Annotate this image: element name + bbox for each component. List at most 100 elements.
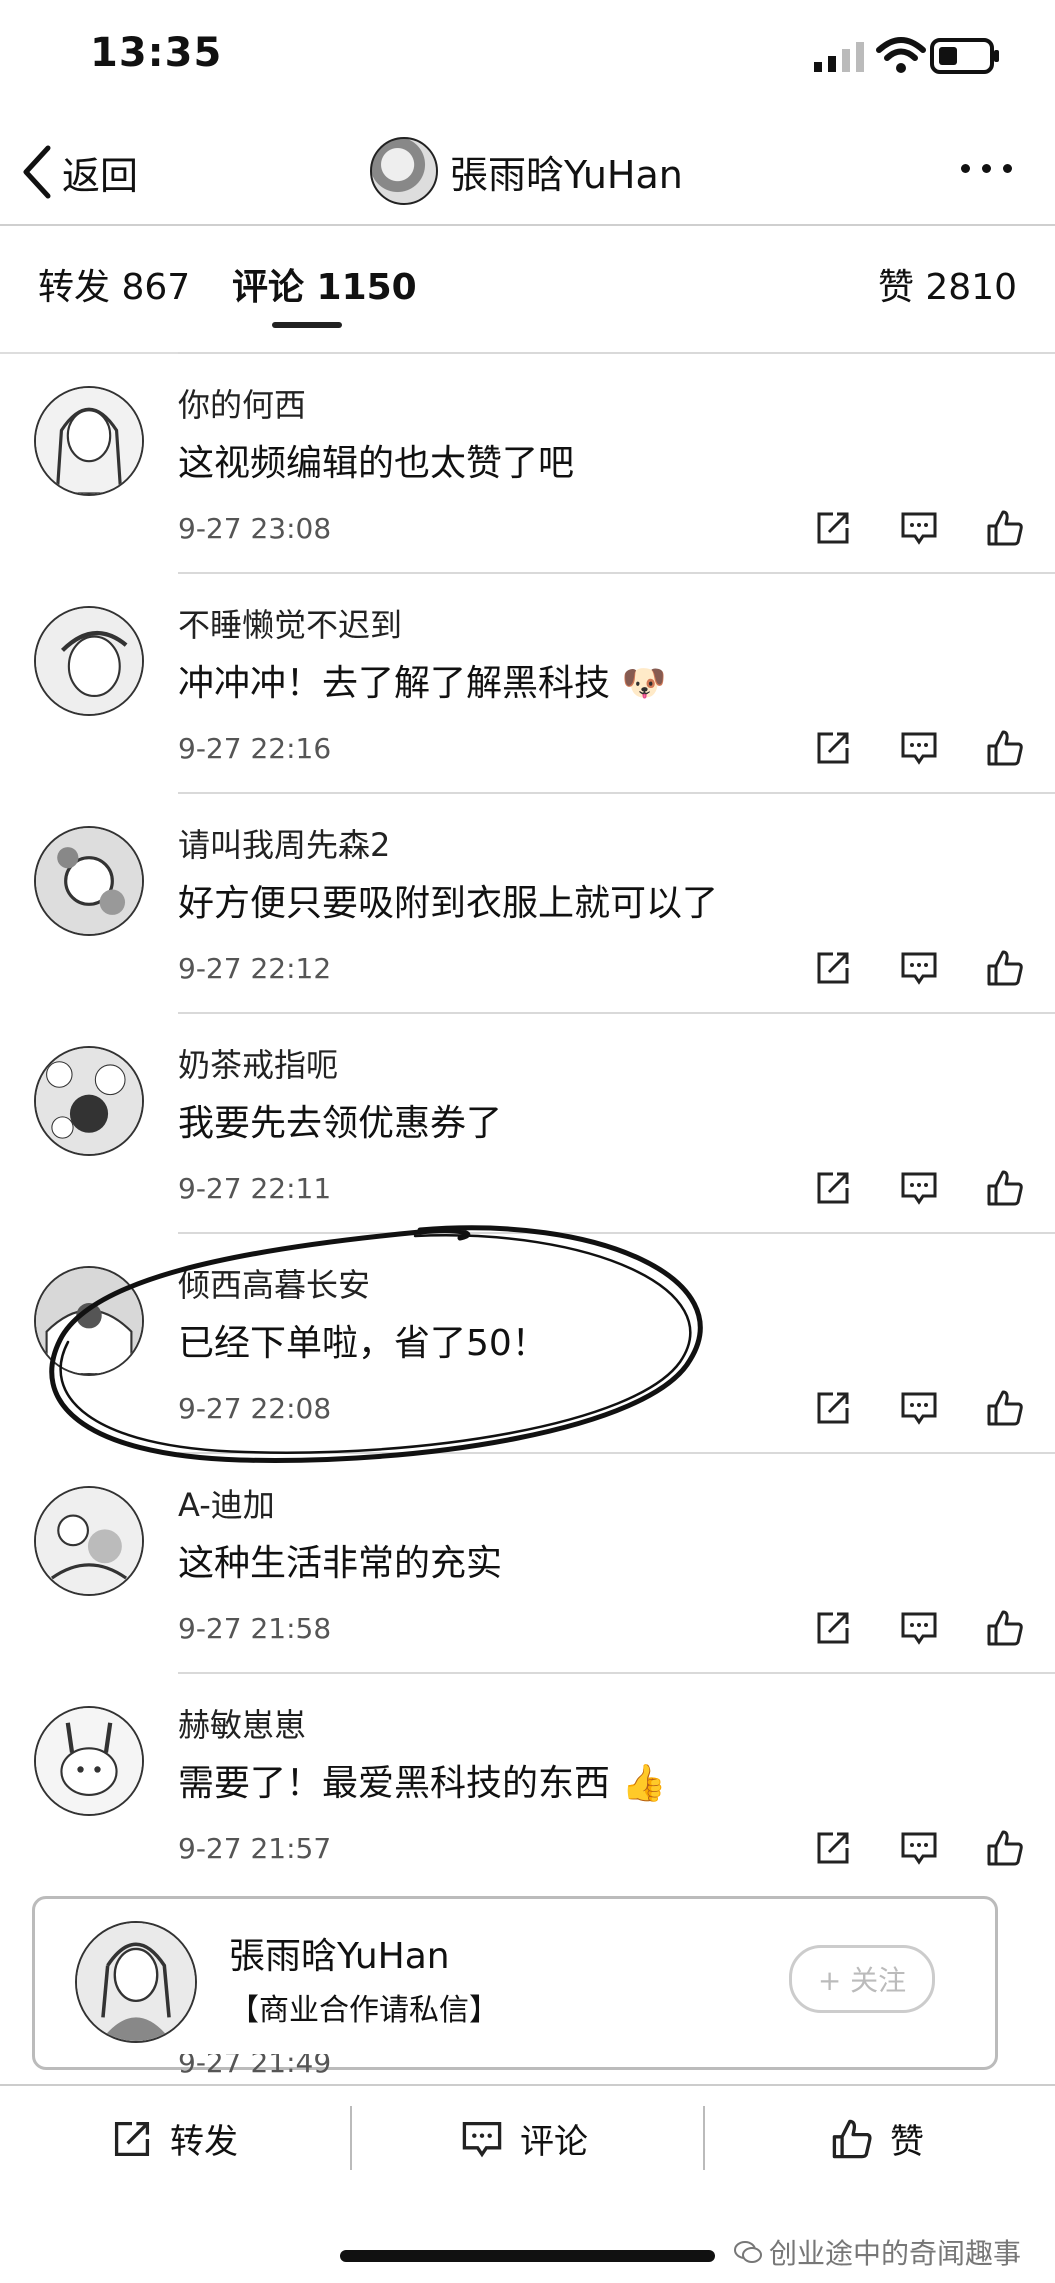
comment-username[interactable]: 倾西高暮长安	[178, 1260, 370, 1306]
comment-time: 9-27 21:49	[178, 2054, 332, 2079]
wifi-icon	[876, 37, 926, 73]
thumbs-up-emoji-icon: 👍	[621, 1763, 667, 1804]
list-item: 你的何西 这视频编辑的也太赞了吧 9-27 23:08	[0, 352, 1055, 572]
back-button[interactable]: 返回	[20, 142, 138, 202]
tabs-bar: 转发 867 评论 1150 赞 2810	[0, 224, 1055, 354]
comment-actions	[813, 1388, 1025, 1428]
like-button[interactable]: 赞	[830, 2114, 924, 2163]
comment-username[interactable]: 奶茶戒指呃	[178, 1040, 338, 1086]
divider	[703, 2106, 705, 2170]
follow-button[interactable]: + 关注	[789, 1945, 935, 2013]
repost-icon	[114, 2121, 150, 2156]
comment-username[interactable]: 请叫我周先森2	[178, 820, 390, 866]
repost-icon[interactable]	[813, 1388, 853, 1428]
author-card[interactable]: 張雨晗YuHan 【商业合作请私信】 + 关注	[32, 1896, 998, 2070]
back-label: 返回	[62, 153, 139, 198]
thumbs-up-icon[interactable]	[985, 1608, 1025, 1648]
comment-username[interactable]: 不睡懒觉不迟到	[178, 600, 402, 646]
comment-text: 我要先去领优惠券了	[178, 1103, 503, 1144]
nav-bar: 返回 張雨晗YuHan	[0, 120, 1055, 226]
wechat-icon	[733, 2241, 762, 2263]
list-item: 赫敏崽崽 需要了！最爱黑科技的东西 👍 9-27 21:57	[0, 1672, 1055, 1892]
comment-actions	[813, 1828, 1025, 1868]
divider	[178, 792, 1055, 794]
comment-text: 已经下单啦，省了50！	[178, 1323, 548, 1364]
thumbs-up-icon[interactable]	[985, 728, 1025, 768]
comment-time: 9-27 23:08	[178, 512, 332, 545]
avatar[interactable]	[34, 1706, 144, 1816]
tab-indicator	[272, 322, 342, 328]
comment-icon[interactable]	[899, 1828, 939, 1868]
watermark-text: 创业途中的奇闻趣事	[768, 2237, 1021, 2270]
repost-icon[interactable]	[813, 948, 853, 988]
home-indicator[interactable]	[340, 2250, 715, 2262]
thumbs-up-icon	[832, 2119, 872, 2158]
list-item: A-迪加 这种生活非常的充实 9-27 21:58	[0, 1452, 1055, 1672]
comment-text: 这种生活非常的充实	[178, 1543, 503, 1584]
comment-label: 评论	[520, 2122, 588, 2162]
divider	[178, 1232, 1055, 1234]
list-item: 请叫我周先森2 好方便只要吸附到衣服上就可以了 9-27 22:12	[0, 792, 1055, 1012]
list-item: 奶茶戒指呃 我要先去领优惠券了 9-27 22:11	[0, 1012, 1055, 1232]
comment-icon[interactable]	[899, 508, 939, 548]
chevron-left-icon	[23, 145, 51, 199]
status-bar: 13:35	[0, 0, 1055, 120]
comment-list: 你的何西 这视频编辑的也太赞了吧 9-27 23:08 不睡懒觉不迟到 冲冲冲！…	[0, 352, 1055, 1892]
comment-username[interactable]: 你的何西	[178, 380, 306, 426]
comment-text-content: 冲冲冲！去了解了解黑科技	[178, 663, 611, 704]
repost-button[interactable]: 转发	[110, 2114, 238, 2163]
comment-icon[interactable]	[899, 1168, 939, 1208]
thumbs-up-icon[interactable]	[985, 508, 1025, 548]
comment-button[interactable]: 评论	[460, 2114, 588, 2163]
comment-text: 需要了！最爱黑科技的东西 👍	[178, 1754, 666, 1806]
list-item: 倾西高暮长安 已经下单啦，省了50！ 9-27 22:08	[0, 1232, 1055, 1452]
tab-repost[interactable]: 转发 867	[38, 258, 190, 310]
repost-icon[interactable]	[813, 508, 853, 548]
avatar[interactable]	[34, 606, 144, 716]
comment-actions	[813, 508, 1025, 548]
signal-icon	[814, 42, 864, 72]
avatar[interactable]	[34, 826, 144, 936]
repost-icon[interactable]	[813, 1168, 853, 1208]
comment-icon[interactable]	[899, 1388, 939, 1428]
tab-likes[interactable]: 赞 2810	[878, 258, 1017, 310]
avatar[interactable]	[34, 1486, 144, 1596]
comment-time: 9-27 22:11	[178, 1172, 332, 1205]
thumbs-up-icon[interactable]	[985, 948, 1025, 988]
status-time: 13:35	[90, 30, 223, 76]
more-options-icon[interactable]	[955, 150, 1025, 190]
comment-username[interactable]: 赫敏崽崽	[178, 1700, 306, 1746]
comment-time: 9-27 21:58	[178, 1612, 332, 1645]
divider	[350, 2106, 352, 2170]
dog-emoji-icon: 🐶	[621, 663, 667, 704]
watermark: 创业途中的奇闻趣事	[733, 2232, 1021, 2272]
comment-text: 这视频编辑的也太赞了吧	[178, 443, 575, 484]
comment-icon[interactable]	[899, 728, 939, 768]
comment-time: 9-27 22:08	[178, 1392, 332, 1425]
avatar[interactable]	[34, 1266, 144, 1376]
avatar[interactable]	[34, 386, 144, 496]
nav-profile[interactable]: 張雨晗YuHan	[370, 136, 683, 206]
divider	[178, 352, 1055, 354]
author-name[interactable]: 張雨晗YuHan	[229, 1927, 450, 1979]
thumbs-up-icon[interactable]	[985, 1168, 1025, 1208]
repost-label: 转发	[170, 2122, 238, 2162]
page-title: 張雨晗YuHan	[450, 152, 683, 197]
comment-icon[interactable]	[899, 948, 939, 988]
comment-username[interactable]: A-迪加	[178, 1480, 275, 1526]
tab-comments[interactable]: 评论 1150	[232, 258, 417, 310]
comment-text-content: 需要了！最爱黑科技的东西	[178, 1763, 611, 1804]
thumbs-up-icon[interactable]	[985, 1388, 1025, 1428]
thumbs-up-icon[interactable]	[985, 1828, 1025, 1868]
author-bio: 【商业合作请私信】	[229, 1993, 499, 2028]
comment-actions	[813, 948, 1025, 988]
avatar[interactable]	[34, 1046, 144, 1156]
repost-icon[interactable]	[813, 1608, 853, 1648]
divider	[178, 572, 1055, 574]
comment-text: 好方便只要吸附到衣服上就可以了	[178, 883, 719, 924]
repost-icon[interactable]	[813, 1828, 853, 1868]
comment-icon[interactable]	[899, 1608, 939, 1648]
repost-icon[interactable]	[813, 728, 853, 768]
avatar[interactable]	[75, 1921, 197, 2043]
comment-actions	[813, 728, 1025, 768]
